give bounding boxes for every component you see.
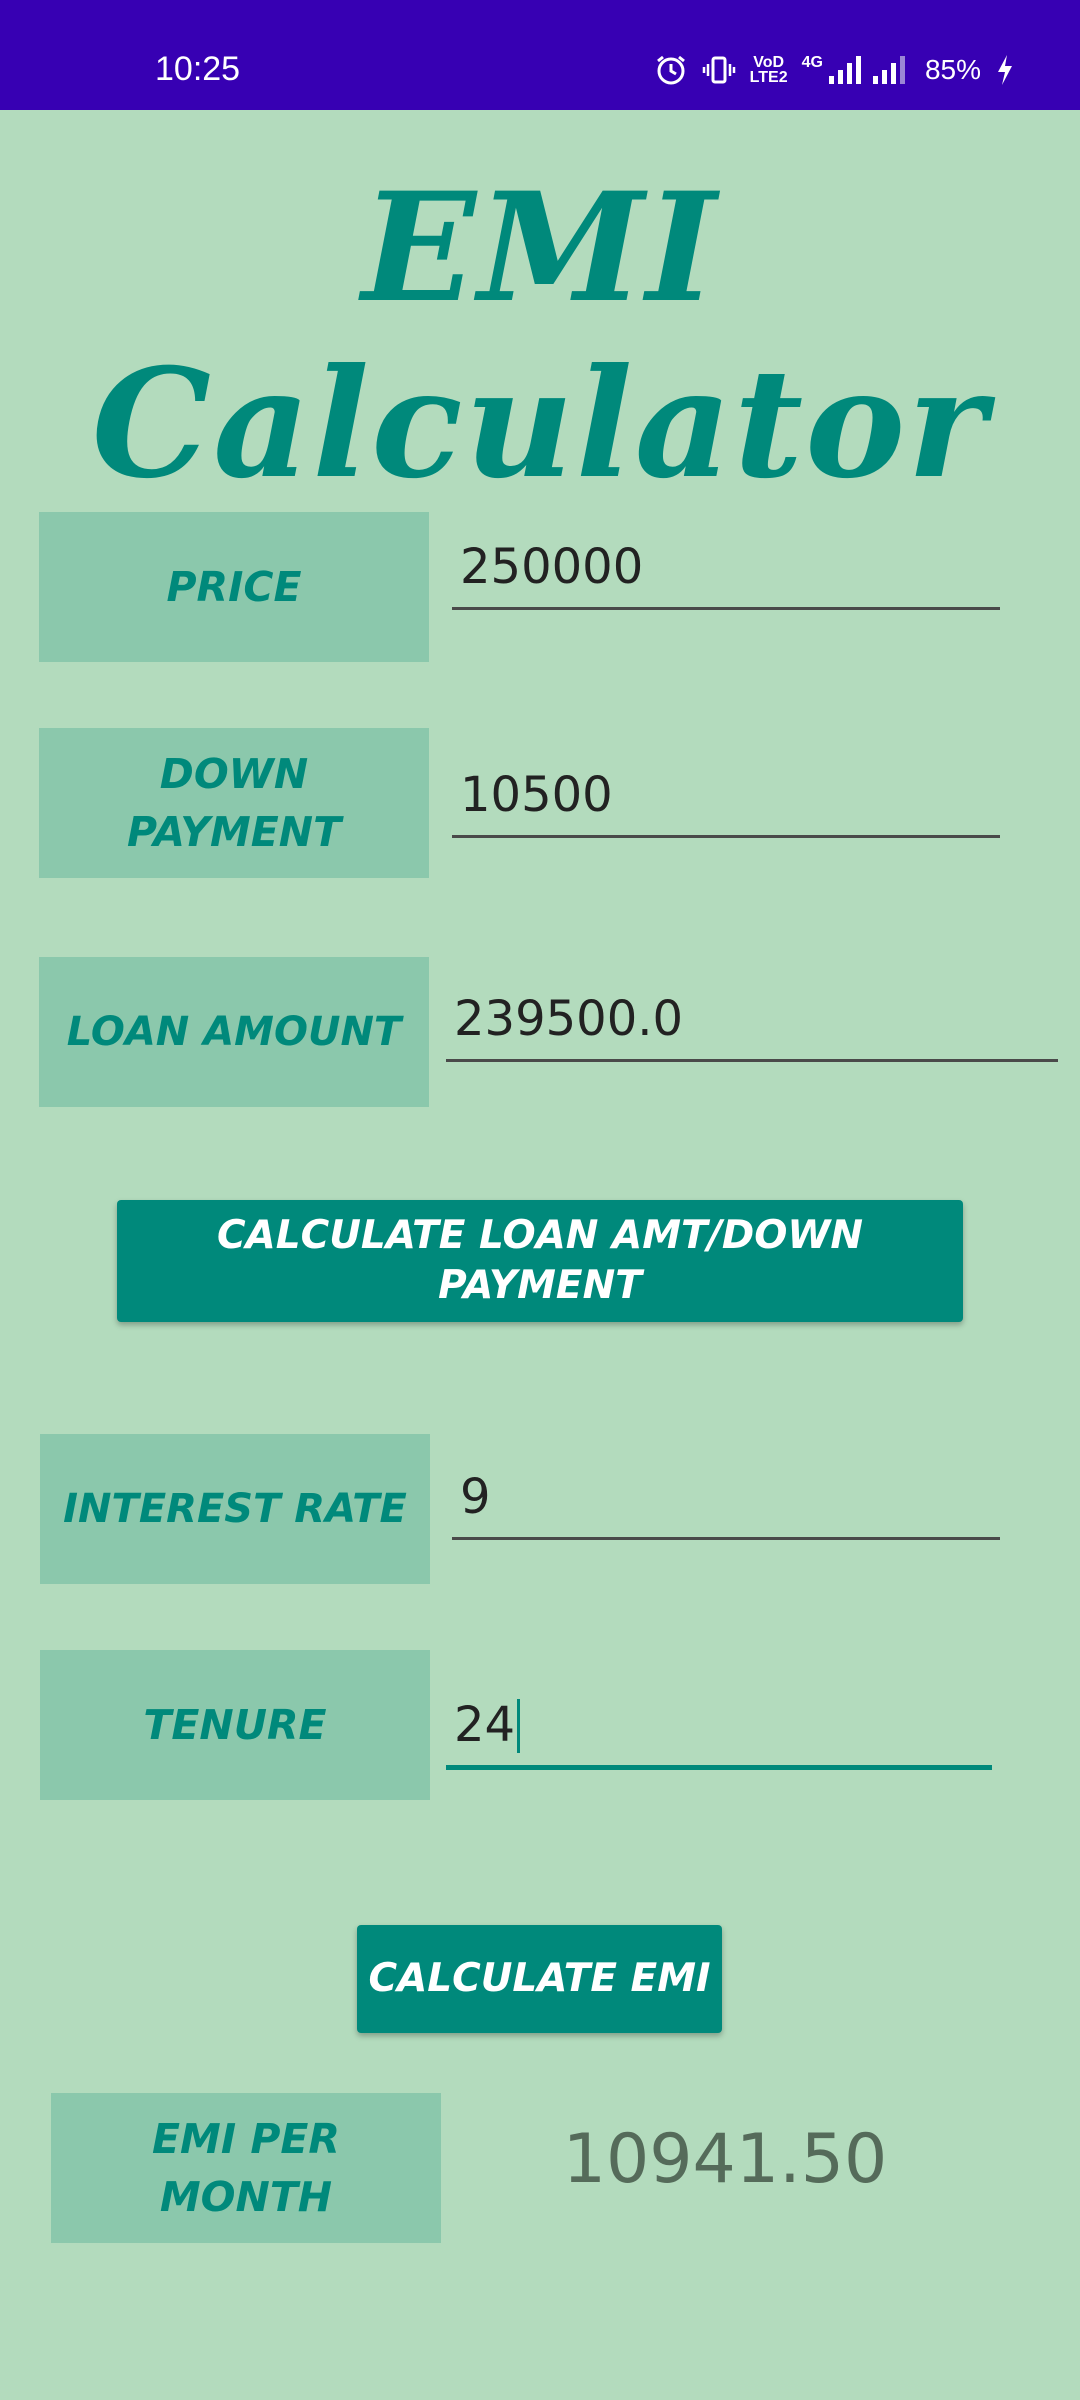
app-title: EMI Calculator bbox=[91, 160, 989, 512]
alarm-icon bbox=[654, 53, 688, 87]
signal-icon: 4G bbox=[802, 54, 911, 86]
network-type: 4G bbox=[801, 54, 823, 71]
loan-amount-value: 239500.0 bbox=[454, 991, 684, 1047]
interest-rate-label: INTEREST RATE bbox=[40, 1434, 430, 1584]
status-icons: VoD LTE2 4G 85% bbox=[654, 50, 1015, 90]
loan-amount-label: LOAN AMOUNT bbox=[39, 957, 429, 1107]
down-payment-value: 10500 bbox=[460, 767, 613, 823]
interest-rate-value: 9 bbox=[460, 1469, 491, 1525]
price-input[interactable]: 250000 bbox=[452, 520, 1000, 610]
interest-rate-input[interactable]: 9 bbox=[452, 1450, 1000, 1540]
volte-bottom: LTE2 bbox=[749, 69, 788, 86]
calculate-loan-button[interactable]: CALCULATE LOAN AMT/DOWN PAYMENT bbox=[117, 1200, 963, 1322]
battery-text: 85% bbox=[924, 54, 981, 85]
text-cursor bbox=[517, 1699, 521, 1753]
tenure-input[interactable]: 24 bbox=[446, 1680, 992, 1770]
calculate-emi-button[interactable]: CALCULATE EMI bbox=[357, 1925, 722, 2033]
price-value: 250000 bbox=[460, 539, 644, 595]
price-label: PRICE bbox=[39, 512, 429, 662]
emi-result: 10941.50 bbox=[562, 2120, 888, 2199]
tenure-value: 24 bbox=[454, 1697, 516, 1753]
down-payment-input[interactable]: 10500 bbox=[452, 748, 1000, 838]
loan-amount-input[interactable]: 239500.0 bbox=[446, 972, 1058, 1062]
down-payment-label: DOWN PAYMENT bbox=[39, 728, 429, 878]
status-bar: 10:25 VoD LTE2 4G 85% bbox=[0, 0, 1080, 110]
tenure-label: TENURE bbox=[40, 1650, 430, 1800]
emi-label: EMI PER MONTH bbox=[51, 2093, 441, 2243]
status-time: 10:25 bbox=[155, 50, 241, 88]
charging-icon bbox=[995, 53, 1015, 87]
vibrate-icon bbox=[702, 53, 736, 87]
volte-label: VoD LTE2 bbox=[749, 55, 788, 86]
